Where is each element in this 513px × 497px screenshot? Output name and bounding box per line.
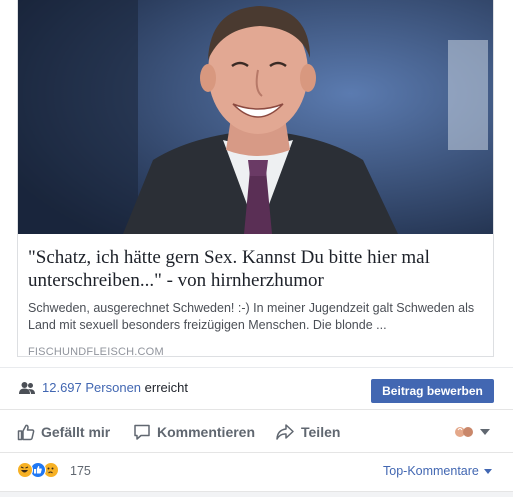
- thumbs-up-icon: [17, 424, 35, 441]
- comment-label: Kommentieren: [157, 424, 256, 440]
- link-domain: FISCHUNDFLEISCH.COM: [28, 346, 164, 357]
- share-icon: [276, 424, 294, 440]
- caret-down-icon: [483, 468, 492, 474]
- reactions-row: 175 Top-Kommentare: [0, 453, 513, 491]
- boost-post-button[interactable]: Beitrag bewerben: [371, 379, 494, 403]
- portrait-photo: [18, 0, 493, 234]
- people-icon: [19, 382, 35, 394]
- reaction-icons[interactable]: [17, 462, 59, 478]
- like-button[interactable]: Gefällt mir: [17, 422, 110, 442]
- top-comments-dropdown[interactable]: Top-Kommentare: [383, 464, 492, 478]
- audience-selector[interactable]: [455, 426, 490, 438]
- facebook-post: "Schatz, ich hätte gern Sex. Kannst Du b…: [0, 0, 513, 497]
- reach-count-link[interactable]: 12.697 Personen: [42, 380, 141, 395]
- chevron-down-icon: [480, 429, 490, 435]
- share-label: Teilen: [301, 424, 341, 440]
- link-title[interactable]: "Schatz, ich hätte gern Sex. Kannst Du b…: [28, 246, 483, 292]
- share-button[interactable]: Teilen: [275, 422, 340, 442]
- link-description: Schweden, ausgerechnet Schweden! :-) In …: [28, 301, 475, 332]
- reaction-count[interactable]: 175: [70, 464, 91, 478]
- reach-suffix: erreicht: [144, 380, 189, 395]
- top-comments-label: Top-Kommentare: [383, 464, 479, 478]
- comment-icon: [134, 424, 150, 440]
- friends-avatar-icon: [455, 427, 473, 437]
- link-preview-card[interactable]: "Schatz, ich hätte gern Sex. Kannst Du b…: [17, 0, 494, 357]
- like-label: Gefällt mir: [41, 424, 111, 440]
- haha-reaction-icon: [17, 462, 33, 478]
- reach-row: 12.697 Personen erreicht Beitrag bewerbe…: [0, 367, 513, 409]
- action-bar: Gefällt mir Kommentieren Teilen: [0, 409, 513, 453]
- comment-area-divider: [0, 491, 513, 497]
- comment-button[interactable]: Kommentieren: [133, 422, 255, 442]
- reach-text: 12.697 Personen erreicht: [42, 380, 188, 395]
- link-preview-image[interactable]: [18, 0, 493, 234]
